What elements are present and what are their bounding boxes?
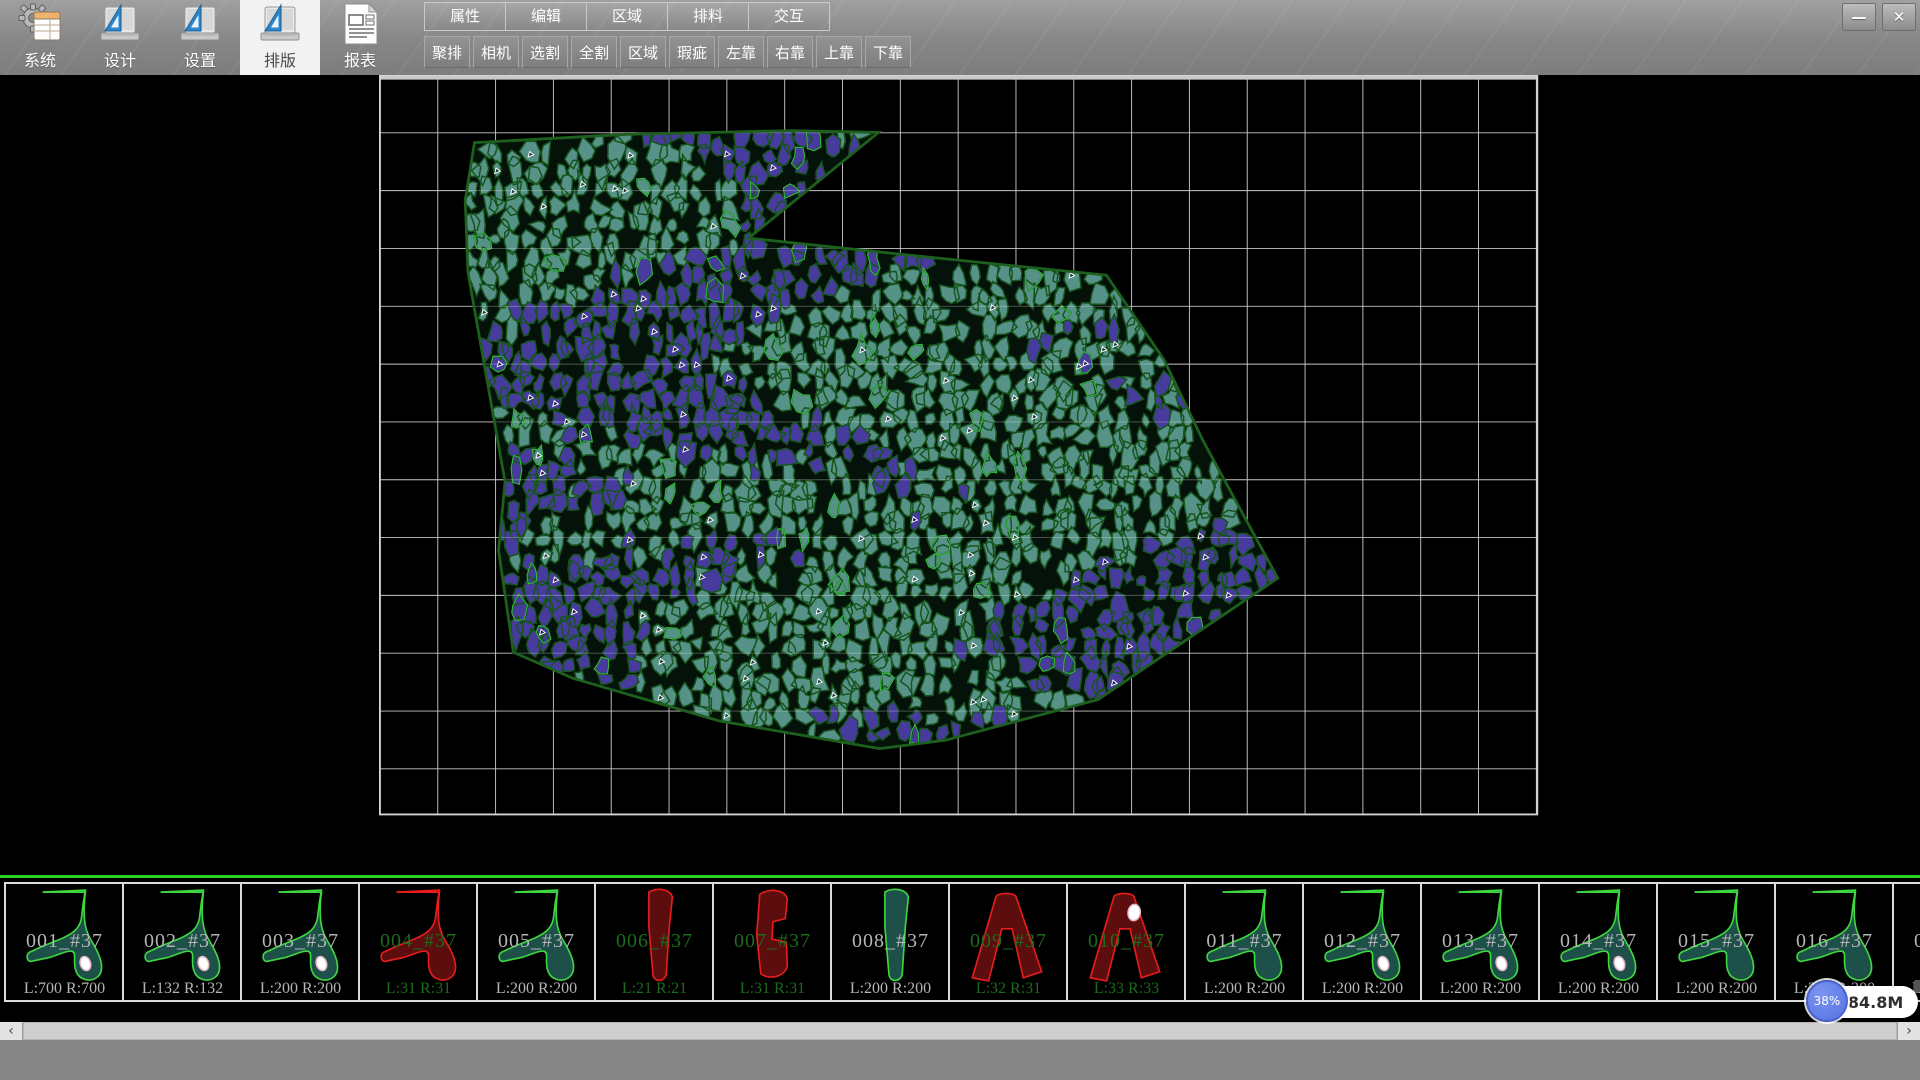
menu-tab-属性[interactable]: 属性 — [424, 2, 505, 31]
thumbnail-name: 009_#37 — [950, 930, 1067, 953]
module-button-设置[interactable]: 设置 — [160, 0, 240, 75]
ribbon-tabs: 属性编辑区域排料交互 — [424, 2, 830, 30]
thumbnail-name: 014_#37 — [1540, 930, 1657, 953]
report-icon — [337, 3, 383, 45]
tool-button-区域-4[interactable]: 区域 — [620, 36, 666, 68]
tool-buttons: 聚排相机选割全割区域瑕疵左靠右靠上靠下靠 — [424, 36, 911, 68]
scroll-left-button[interactable]: ‹ — [0, 1022, 23, 1040]
tool-button-选割-2[interactable]: 选割 — [522, 36, 568, 68]
thumbnail-name: 010_#37 — [1068, 930, 1185, 953]
nesting-canvas[interactable] — [0, 75, 1920, 1022]
thumbnail-lr-count: L:200 R:200 — [1658, 980, 1775, 998]
thumbnail-lr-count: L:200 R:200 — [1186, 980, 1303, 998]
hide-thumbnail-015_#37[interactable]: 015_#37 L:200 R:200 — [1656, 882, 1777, 1002]
window-controls: — ✕ — [1842, 3, 1916, 31]
thumbnail-name: 003_#37 — [242, 930, 359, 953]
tool-button-下靠-9[interactable]: 下靠 — [865, 36, 911, 68]
laptop-ruler-icon — [257, 3, 303, 45]
tool-button-聚排-0[interactable]: 聚排 — [424, 36, 470, 68]
hide-thumbnail-007_#37[interactable]: 007_#37 L:31 R:31 — [712, 882, 833, 1002]
tool-button-瑕疵-5[interactable]: 瑕疵 — [669, 36, 715, 68]
thumbnail-name: 013_#37 — [1422, 930, 1539, 953]
thumbnail-name: 007_#37 — [714, 930, 831, 953]
thumbnail-lr-count: L:132 R:132 — [124, 980, 241, 998]
thumbnail-name: 017_#37 — [1894, 930, 1920, 953]
thumbnail-name: 001_#37 — [6, 930, 123, 953]
thumbnail-lr-count: L:200 R:200 — [478, 980, 595, 998]
hide-thumbnail-001_#37[interactable]: 001_#37 L:700 R:700 — [4, 882, 125, 1002]
hide-thumbnail-005_#37[interactable]: 005_#37 L:200 R:200 — [476, 882, 597, 1002]
thumbnail-lr-count: L:200 R:200 — [1540, 980, 1657, 998]
hide-thumbnail-strip: 001_#37 L:700 R:700 002_#37 L:132 R:132 … — [0, 882, 1920, 1002]
thumbnail-lr-count: L:200 R:200 — [242, 980, 359, 998]
plug-icon — [1914, 980, 1920, 992]
minimize-button[interactable]: — — [1842, 3, 1876, 31]
thumbnail-name: 002_#37 — [124, 930, 241, 953]
percent-circle: 38% — [1806, 980, 1848, 1022]
thumbnail-name: 006_#37 — [596, 930, 713, 953]
strip-separator — [0, 875, 1920, 878]
thumbnail-lr-count: L:33 R:33 — [1068, 980, 1185, 998]
thumbnail-name: 016_#37 — [1776, 930, 1893, 953]
hide-thumbnail-002_#37[interactable]: 002_#37 L:132 R:132 — [122, 882, 243, 1002]
laptop-ruler-icon — [177, 3, 223, 45]
hide-thumbnail-012_#37[interactable]: 012_#37 L:200 R:200 — [1302, 882, 1423, 1002]
module-label: 系统 — [24, 47, 56, 71]
module-button-报表[interactable]: 报表 — [320, 0, 400, 75]
main-toolbar: 系统 设计 设置 排版 — [0, 0, 1920, 75]
scroll-right-button[interactable]: › — [1897, 1022, 1920, 1040]
hide-thumbnail-008_#37[interactable]: 008_#37 L:200 R:200 — [830, 882, 951, 1002]
horizontal-scrollbar[interactable]: ‹ › — [0, 1022, 1920, 1040]
thumbnail-lr-count: L:31 R:31 — [360, 980, 477, 998]
hide-thumbnail-004_#37[interactable]: 004_#37 L:31 R:31 — [358, 882, 479, 1002]
thumbnail-lr-count: L:31 R:31 — [714, 980, 831, 998]
menu-tab-排料[interactable]: 排料 — [667, 2, 748, 31]
tool-button-全割-3[interactable]: 全割 — [571, 36, 617, 68]
thumbnail-lr-count: L:700 R:700 — [6, 980, 123, 998]
menu-tab-交互[interactable]: 交互 — [748, 2, 830, 31]
module-label: 报表 — [344, 47, 376, 71]
module-bar: 系统 设计 设置 排版 — [0, 0, 400, 75]
thumbnail-name: 008_#37 — [832, 930, 949, 953]
hide-thumbnail-003_#37[interactable]: 003_#37 L:200 R:200 — [240, 882, 361, 1002]
laptop-ruler-icon — [97, 3, 143, 45]
module-button-设计[interactable]: 设计 — [80, 0, 160, 75]
thumbnail-name: 015_#37 — [1658, 930, 1775, 953]
gear-table-icon — [17, 3, 63, 45]
thumbnail-name: 005_#37 — [478, 930, 595, 953]
status-footer — [0, 1040, 1920, 1080]
thumbnail-lr-count: L:21 R:21 — [596, 980, 713, 998]
hide-thumbnail-011_#37[interactable]: 011_#37 L:200 R:200 — [1184, 882, 1305, 1002]
hide-thumbnail-014_#37[interactable]: 014_#37 L:200 R:200 — [1538, 882, 1659, 1002]
thumbnail-lr-count: L:200 R:200 — [832, 980, 949, 998]
module-label: 设置 — [184, 47, 216, 71]
tool-button-相机-1[interactable]: 相机 — [473, 36, 519, 68]
tool-button-右靠-7[interactable]: 右靠 — [767, 36, 813, 68]
thumbnail-lr-count: L:32 R:31 — [950, 980, 1067, 998]
thumbnail-name: 004_#37 — [360, 930, 477, 953]
hide-thumbnail-009_#37[interactable]: 009_#37 L:32 R:31 — [948, 882, 1069, 1002]
menu-tab-编辑[interactable]: 编辑 — [505, 2, 586, 31]
thumbnail-name: 012_#37 — [1304, 930, 1421, 953]
hide-thumbnail-010_#37[interactable]: 010_#37 L:33 R:33 — [1066, 882, 1187, 1002]
thumbnail-lr-count: L:200 R:200 — [1304, 980, 1421, 998]
module-button-排版[interactable]: 排版 — [240, 0, 320, 75]
hide-thumbnail-013_#37[interactable]: 013_#37 L:200 R:200 — [1420, 882, 1541, 1002]
thumbnail-name: 011_#37 — [1186, 930, 1303, 953]
module-label: 设计 — [104, 47, 136, 71]
menu-tab-区域[interactable]: 区域 — [586, 2, 667, 31]
scrollbar-thumb[interactable] — [23, 1022, 1897, 1040]
hide-thumbnail-006_#37[interactable]: 006_#37 L:21 R:21 — [594, 882, 715, 1002]
tool-button-左靠-6[interactable]: 左靠 — [718, 36, 764, 68]
module-label: 排版 — [264, 47, 296, 71]
close-button[interactable]: ✕ — [1882, 3, 1916, 31]
tool-button-上靠-8[interactable]: 上靠 — [816, 36, 862, 68]
module-button-系统[interactable]: 系统 — [0, 0, 80, 75]
thumbnail-lr-count: L:200 R:200 — [1422, 980, 1539, 998]
